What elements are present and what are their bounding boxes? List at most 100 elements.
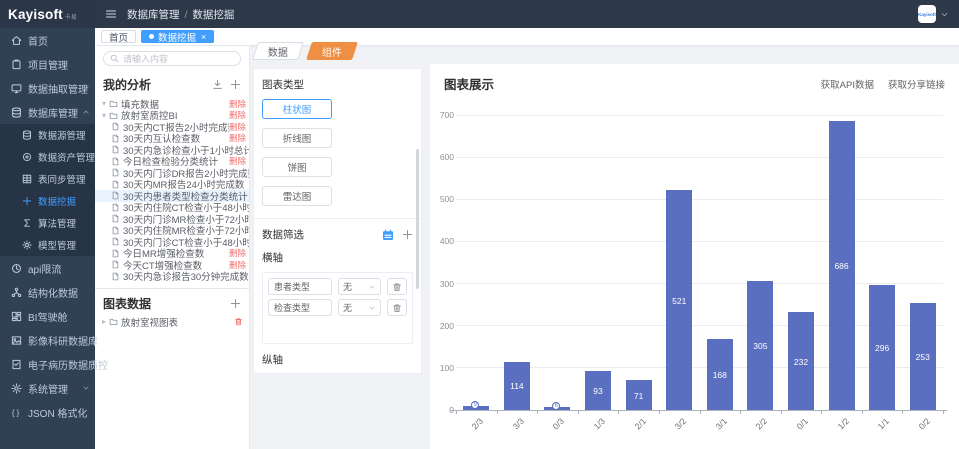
- trash-icon[interactable]: [387, 299, 407, 316]
- scrollbar-thumb[interactable]: [416, 149, 419, 289]
- tree-item[interactable]: 30天内急诊报告30分钟完成数: [95, 271, 249, 283]
- search-input[interactable]: [123, 54, 234, 64]
- chevron-down-icon[interactable]: [940, 10, 949, 19]
- caret-down-icon[interactable]: ▾: [102, 99, 109, 108]
- bar-value-label: 521: [666, 296, 692, 306]
- datasource-icon: [22, 130, 32, 140]
- page-tab-数据挖掘[interactable]: 数据挖掘 ×: [141, 30, 214, 43]
- delete-link[interactable]: 删除: [229, 247, 249, 259]
- caret-right-icon[interactable]: ▸: [102, 317, 109, 326]
- brand-name: Kayisoft: [8, 7, 63, 22]
- sidebar-item-数据资产管理[interactable]: 数据资产管理: [0, 146, 95, 168]
- chart-action-link[interactable]: 获取API数据: [821, 77, 874, 91]
- chart-panel-title: 图表展示: [444, 74, 494, 93]
- tab-component[interactable]: 组件: [306, 42, 358, 60]
- chevron-down-icon: [368, 283, 376, 291]
- calendar-icon[interactable]: [382, 229, 394, 241]
- chart-data-title: 图表数据: [103, 295, 151, 312]
- file-icon: [111, 260, 120, 269]
- axis-agg-select[interactable]: 无: [338, 299, 381, 316]
- chart-type-options: 柱状图折线图饼图雷达图: [262, 99, 413, 215]
- mining-icon: [22, 196, 32, 206]
- sidebar-item-首页[interactable]: 首页: [0, 28, 95, 52]
- page-tab-首页[interactable]: 首页: [101, 30, 136, 43]
- sidebar-item-模型管理[interactable]: 模型管理: [0, 234, 95, 256]
- x-axis-tick-label: 0/3: [535, 416, 566, 447]
- folder-icon: [109, 99, 118, 108]
- sidebar-item-api限流[interactable]: api限流: [0, 256, 95, 280]
- sidebar-item-label: BI驾驶舱: [28, 309, 67, 324]
- config-tabs: 数据 组件: [255, 42, 363, 60]
- x-axis-tick: [456, 410, 457, 414]
- sidebar-item-label: JSON 格式化: [28, 405, 87, 420]
- x-axis-tick-label: 3/2: [657, 416, 688, 447]
- sidebar-item-label: 项目管理: [28, 57, 68, 72]
- chart-type-柱状图[interactable]: 柱状图: [262, 99, 332, 119]
- chart-data-folder-row[interactable]: ▸ 放射室视图表: [95, 316, 249, 328]
- chart-action-link[interactable]: 获取分享链接: [888, 77, 945, 91]
- chart-type-雷达图[interactable]: 雷达图: [262, 186, 332, 206]
- x-axis-tick-label: 3/1: [698, 416, 729, 447]
- breadcrumb: 数据库管理/数据挖掘: [127, 5, 234, 23]
- sidebar-item-项目管理[interactable]: 项目管理: [0, 52, 95, 76]
- avatar[interactable]: Kayisoft: [918, 5, 936, 23]
- file-icon: [111, 214, 120, 223]
- breadcrumb-item[interactable]: 数据库管理: [127, 9, 180, 21]
- sidebar-item-数据源管理[interactable]: 数据源管理: [0, 124, 95, 146]
- y-axis-tick-label: 400: [424, 236, 454, 246]
- sidebar-item-label: 首页: [28, 33, 48, 48]
- trash-icon[interactable]: [387, 278, 407, 295]
- x-axis-tick: [618, 410, 619, 414]
- sidebar-item-系统管理[interactable]: 系统管理: [0, 376, 95, 400]
- chart-type-饼图[interactable]: 饼图: [262, 157, 332, 177]
- x-axis-tick: [902, 410, 903, 414]
- delete-trash-icon[interactable]: [234, 317, 243, 326]
- sidebar-item-数据库管理[interactable]: 数据库管理: [0, 100, 95, 124]
- add-analysis-icon[interactable]: [230, 79, 241, 90]
- bar-value-label: 253: [910, 352, 936, 362]
- sidebar-item-label: 模型管理: [38, 238, 76, 252]
- page-tab-label: 数据挖掘: [158, 30, 196, 44]
- hamburger-icon[interactable]: [105, 8, 117, 20]
- sidebar-item-影像科研数据库[interactable]: 影像科研数据库: [0, 328, 95, 352]
- axis-agg-select[interactable]: 无: [338, 278, 381, 295]
- folder-icon: [109, 111, 118, 120]
- page-tab-label: 首页: [109, 30, 128, 44]
- caret-down-icon[interactable]: ▾: [102, 111, 109, 120]
- delete-link[interactable]: 删除: [229, 121, 249, 133]
- axis-field-input[interactable]: [268, 278, 332, 295]
- x-axis-tick-label: 0/2: [901, 416, 932, 447]
- sidebar-item-label: 数据抽取管理: [28, 81, 88, 96]
- active-tab-dot: [149, 34, 154, 39]
- sidebar-item-表同步管理[interactable]: 表同步管理: [0, 168, 95, 190]
- bar-value-label: 168: [707, 370, 733, 380]
- analysis-tree: ▾填充数据删除▾放射室质控BI删除30天内CT报告2小时完成数删除30天内互认检…: [95, 97, 249, 282]
- sidebar-item-数据挖掘[interactable]: 数据挖掘: [0, 190, 95, 212]
- close-icon[interactable]: ×: [201, 32, 206, 42]
- add-filter-icon[interactable]: [402, 229, 413, 240]
- sidebar-item-label: 数据挖掘: [38, 194, 76, 208]
- model-icon: [22, 240, 32, 250]
- sidebar-item-电子病历数据质控[interactable]: 电子病历数据质控: [0, 352, 95, 376]
- chart-type-折线图[interactable]: 折线图: [262, 128, 332, 148]
- sidebar-item-BI驾驶舱[interactable]: BI驾驶舱: [0, 304, 95, 328]
- tab-data[interactable]: 数据: [252, 42, 304, 60]
- delete-link[interactable]: 删除: [229, 98, 249, 110]
- sidebar-item-label: 数据资产管理: [38, 150, 95, 164]
- monitor-icon: [11, 83, 22, 94]
- add-chart-data-icon[interactable]: [230, 298, 241, 309]
- bar-value-label: 305: [747, 341, 773, 351]
- file-icon: [111, 249, 120, 258]
- top-navbar: 数据库管理/数据挖掘 Kayisoft: [95, 0, 959, 28]
- axis-field-input[interactable]: [268, 299, 332, 316]
- sidebar-item-数据抽取管理[interactable]: 数据抽取管理: [0, 76, 95, 100]
- gridline: [456, 241, 943, 242]
- sidebar-item-算法管理[interactable]: 算法管理: [0, 212, 95, 234]
- breadcrumb-item[interactable]: 数据挖掘: [192, 9, 234, 21]
- search-box[interactable]: [103, 51, 241, 66]
- delete-link[interactable]: 删除: [229, 109, 249, 121]
- import-icon[interactable]: [212, 79, 223, 90]
- sidebar-item-JSON 格式化[interactable]: { }JSON 格式化: [0, 400, 95, 424]
- chevron-down-icon: [82, 84, 90, 92]
- sidebar-item-结构化数据[interactable]: 结构化数据: [0, 280, 95, 304]
